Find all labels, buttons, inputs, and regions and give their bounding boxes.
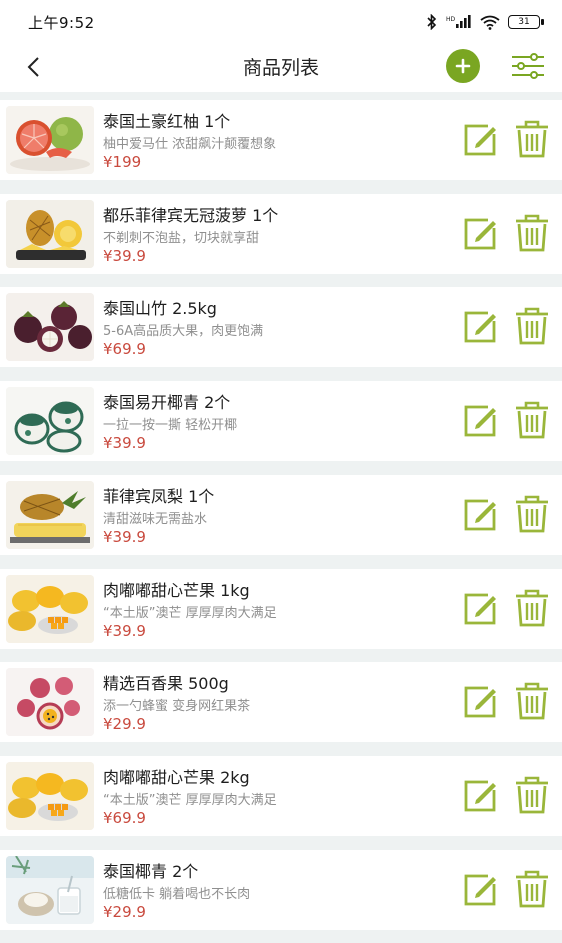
product-price: ¥199 — [103, 153, 142, 171]
product-description: 添一勺蜂蜜 变身网红果茶 — [103, 699, 251, 715]
product-description: 低糖低卡 躺着喝也不长肉 — [103, 886, 251, 902]
product-name: 肉嘟嘟甜心芒果 2kg — [103, 767, 250, 787]
product-name: 肉嘟嘟甜心芒果 1kg — [103, 580, 250, 600]
product-description: 柚中爱马仕 浓甜飙汁颠覆想象 — [103, 137, 277, 152]
svg-text:HD: HD — [446, 16, 456, 23]
trash-icon — [516, 589, 548, 626]
edit-button[interactable] — [462, 403, 498, 439]
delete-button[interactable] — [514, 401, 550, 439]
status-icons: HD 31 — [426, 14, 544, 30]
delete-button[interactable] — [514, 870, 550, 908]
delete-button[interactable] — [514, 307, 550, 345]
product-price: ¥39.9 — [103, 527, 146, 546]
trash-icon — [516, 120, 548, 158]
product-price: ¥39.9 — [103, 246, 146, 265]
product-card[interactable]: 肉嘟嘟甜心芒果 1kg “本土版”澳芒 厚厚厚肉大满足 ¥39.9 — [0, 568, 562, 649]
edit-icon — [464, 499, 496, 531]
edit-button[interactable] — [462, 778, 498, 814]
header: 商品列表 — [0, 44, 562, 92]
product-description: 一拉一按一撕 轻松开椰 — [103, 418, 238, 434]
product-card[interactable]: 精选百香果 500g 添一勺蜂蜜 变身网红果茶 ¥29.9 — [0, 662, 562, 743]
edit-button[interactable] — [462, 309, 498, 345]
product-name: 菲律宾凤梨 1个 — [103, 486, 215, 506]
product-thumbnail — [6, 855, 94, 924]
plus-icon — [455, 58, 471, 74]
product-thumbnail — [6, 293, 94, 362]
product-description: 不剃刺不泡盐，切块就享甜 — [103, 230, 260, 246]
trash-icon — [516, 308, 548, 345]
edit-icon — [464, 593, 496, 624]
product-description: “本土版”澳芒 厚厚厚肉大满足 — [103, 792, 277, 808]
edit-icon — [464, 780, 496, 812]
wifi-icon — [480, 15, 500, 30]
bluetooth-icon — [427, 14, 437, 30]
product-description: 清甜滋味无需盐水 — [103, 511, 208, 527]
delete-button[interactable] — [514, 776, 550, 814]
edit-button[interactable] — [462, 591, 498, 627]
status-time: 上午9:52 — [28, 13, 95, 32]
product-description: “本土版”澳芒 厚厚厚肉大满足 — [103, 605, 277, 621]
product-description: 5-6A高品质大果，肉更饱满 — [103, 324, 264, 340]
edit-icon — [464, 218, 496, 250]
product-card[interactable]: 菲律宾凤梨 1个清甜滋味无需盐水 ¥39.9 — [0, 474, 562, 555]
product-name: 泰国山竹 2.5kg — [103, 299, 217, 319]
product-thumbnail — [6, 199, 94, 268]
product-name: 泰国易开椰青 2个 — [103, 393, 231, 413]
add-product-button[interactable] — [446, 49, 480, 83]
product-name: 泰国椰青 2个 — [103, 861, 199, 881]
trash-icon — [516, 870, 548, 907]
edit-icon — [464, 124, 496, 156]
edit-icon — [464, 686, 496, 718]
product-thumbnail — [6, 387, 94, 456]
trash-icon — [516, 776, 548, 814]
delete-button[interactable] — [514, 214, 550, 252]
product-thumbnail — [6, 574, 94, 643]
product-card[interactable]: 泰国易开椰青 2个一拉一按一撕 轻松开椰 ¥39.9 — [0, 381, 562, 462]
edit-icon — [464, 874, 496, 905]
delete-button[interactable] — [514, 120, 550, 158]
edit-button[interactable] — [462, 684, 498, 720]
edit-button[interactable] — [462, 872, 498, 908]
product-price: ¥69.9 — [103, 808, 146, 827]
edit-button[interactable] — [462, 122, 498, 158]
product-thumbnail — [6, 480, 94, 549]
product-thumbnail — [6, 106, 94, 174]
back-button[interactable] — [18, 50, 48, 84]
product-name: 泰国土豪红柚 1个 — [103, 112, 231, 131]
edit-button[interactable] — [462, 497, 498, 533]
delete-button[interactable] — [514, 589, 550, 627]
product-price: ¥29.9 — [103, 902, 146, 921]
edit-icon — [464, 405, 496, 437]
product-price: ¥69.9 — [103, 340, 146, 359]
trash-icon — [516, 214, 548, 252]
product-name: 精选百香果 500g — [103, 674, 229, 694]
product-thumbnail — [6, 761, 94, 830]
trash-icon — [516, 682, 548, 720]
product-card[interactable]: 肉嘟嘟甜心芒果 2kg “本土版”澳芒 厚厚厚肉大满足 ¥69.9 — [0, 755, 562, 836]
product-price: ¥39.9 — [103, 434, 146, 453]
trash-icon — [516, 401, 548, 439]
edit-icon — [464, 311, 496, 343]
delete-button[interactable] — [514, 495, 550, 533]
product-card[interactable]: 泰国山竹 2.5kg 5-6A高品质大果，肉更饱满 ¥69.9 — [0, 287, 562, 368]
battery-icon: 31 — [508, 15, 544, 29]
product-name: 都乐菲律宾无冠菠萝 1个 — [103, 205, 279, 225]
product-card[interactable]: 泰国椰青 2个低糖低卡 躺着喝也不长肉 ¥29.9 — [0, 849, 562, 930]
signal-icon: HD — [446, 15, 471, 28]
chevron-left-icon — [27, 57, 39, 77]
filter-button[interactable] — [508, 48, 548, 84]
product-price: ¥29.9 — [103, 715, 146, 734]
product-thumbnail — [6, 668, 94, 737]
sliders-icon — [512, 53, 544, 79]
status-bar: 上午9:52 HD 31 — [0, 0, 562, 44]
trash-icon — [516, 495, 548, 533]
product-card[interactable]: 都乐菲律宾无冠菠萝 1个不剃刺不泡盐，切块就享甜 ¥39.9 — [0, 193, 562, 274]
delete-button[interactable] — [514, 682, 550, 720]
edit-button[interactable] — [462, 216, 498, 252]
product-price: ¥39.9 — [103, 621, 146, 640]
product-card[interactable]: 泰国土豪红柚 1个柚中爱马仕 浓甜飙汁颠覆想象 ¥199 — [0, 100, 562, 180]
